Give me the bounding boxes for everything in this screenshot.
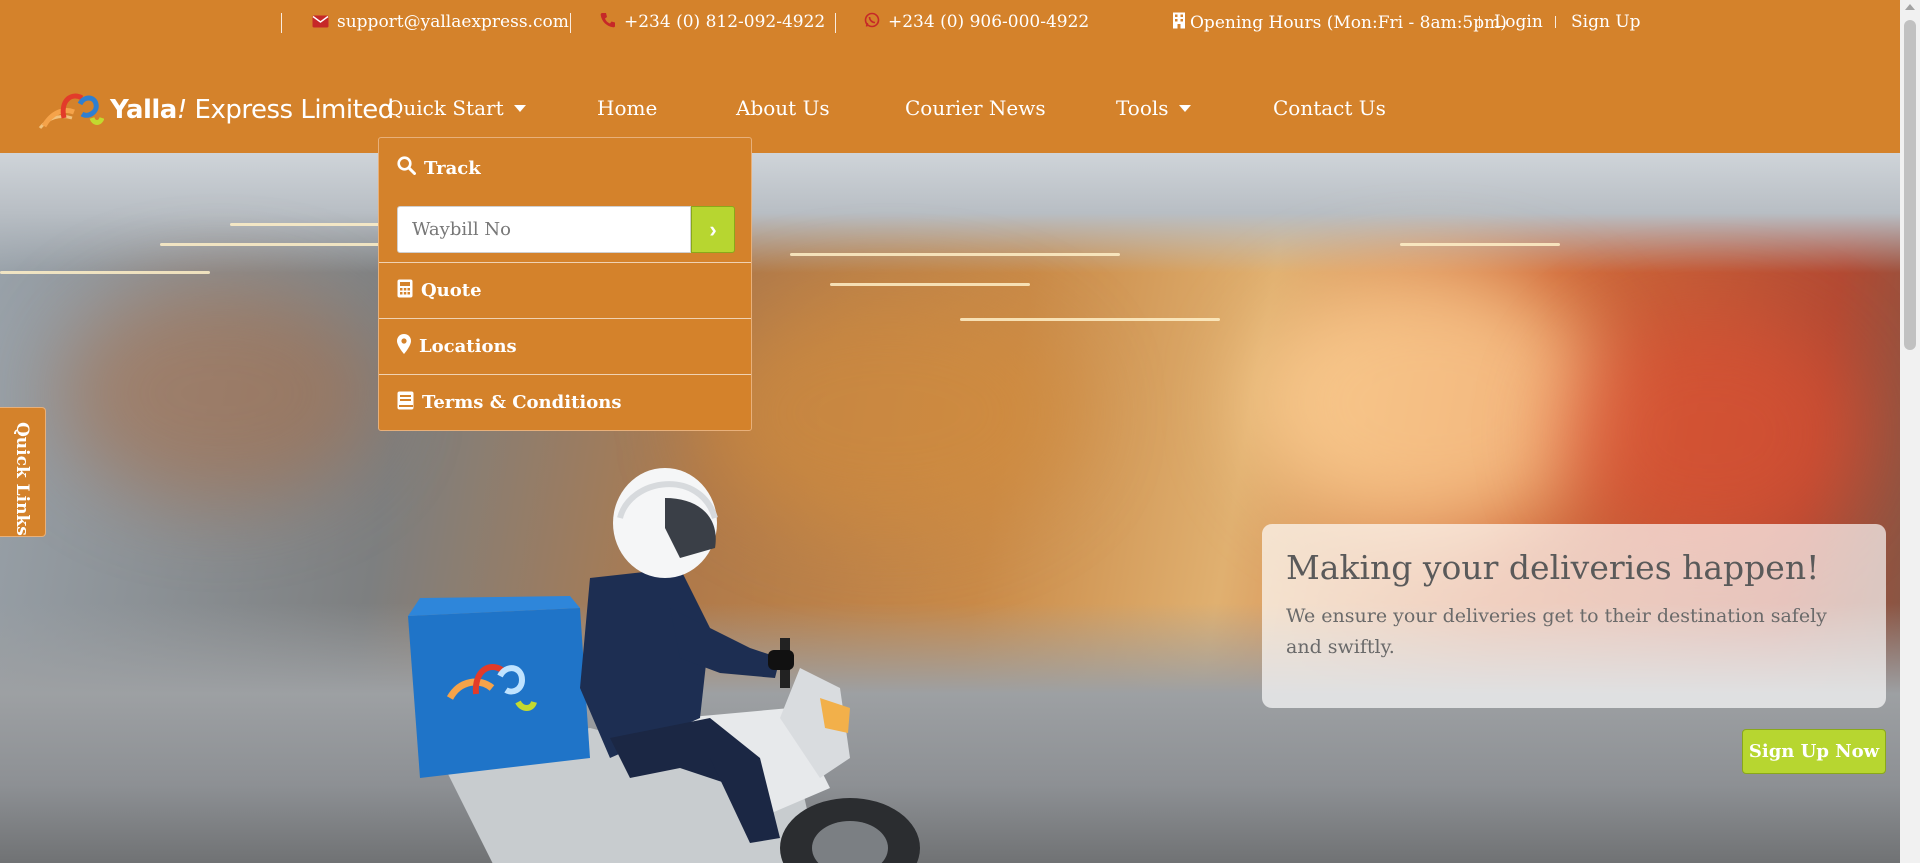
- scroll-up-icon[interactable]: [1905, 4, 1915, 10]
- brand-name: Yalla! Express Limited: [110, 95, 394, 125]
- dropdown-track-section: Track ›: [379, 138, 751, 262]
- nav-tools-label: Tools: [1116, 96, 1169, 120]
- contact-email[interactable]: support@yallaexpress.com: [312, 12, 569, 32]
- main-navbar: Yalla! Express Limited Quick Start Home …: [0, 44, 1900, 153]
- hero-banner: [0, 153, 1900, 863]
- brand-name-bold: Yalla: [110, 95, 177, 125]
- locations-label: Locations: [419, 336, 517, 357]
- caret-down-icon: [513, 104, 526, 112]
- terms-label: Terms & Conditions: [422, 392, 622, 413]
- whatsapp-text: +234 (0) 906-000-4922: [888, 12, 1090, 32]
- hero-bg-streak: [830, 283, 1030, 286]
- hero-bg-streak: [790, 253, 1120, 256]
- opening-hours: Opening Hours (Mon:Fri - 8am:5pm): [1172, 12, 1507, 34]
- caret-down-icon: [1178, 104, 1191, 112]
- waybill-search-group: ›: [397, 206, 735, 253]
- calculator-icon: [397, 279, 413, 303]
- hero-bg-glow: [1250, 273, 1610, 533]
- track-heading[interactable]: Track: [397, 156, 481, 180]
- dropdown-item-quote[interactable]: Quote: [379, 262, 751, 318]
- contact-phone[interactable]: +234 (0) 812-092-4922: [600, 12, 825, 32]
- divider: [281, 13, 282, 33]
- hero-bg-streak: [960, 318, 1220, 321]
- hero-caption-box: Making your deliveries happen! We ensure…: [1262, 524, 1886, 708]
- scrollbar-thumb[interactable]: [1904, 20, 1916, 350]
- track-label: Track: [424, 157, 481, 179]
- brand-name-bang: !: [176, 95, 187, 125]
- brand-logo-link[interactable]: Yalla! Express Limited: [38, 88, 394, 132]
- quick-start-dropdown: Track › Quote Locations Terms & Conditio…: [378, 137, 752, 431]
- waybill-input[interactable]: [397, 206, 691, 253]
- hero-bg-glow: [60, 283, 380, 503]
- brand-logo-icon: [38, 88, 105, 132]
- nav-quick-start[interactable]: Quick Start: [387, 96, 526, 120]
- hero-bg-streak: [0, 271, 210, 274]
- envelope-icon: [312, 13, 329, 32]
- email-text: support@yallaexpress.com: [337, 12, 569, 32]
- signup-link[interactable]: Sign Up: [1571, 12, 1641, 32]
- nav-courier-news[interactable]: Courier News: [905, 96, 1046, 120]
- contact-whatsapp[interactable]: +234 (0) 906-000-4922: [864, 12, 1089, 32]
- nav-about[interactable]: About Us: [736, 96, 830, 120]
- brand-name-rest: Express Limited: [186, 95, 395, 125]
- map-marker-icon: [397, 334, 411, 359]
- divider: [1479, 16, 1480, 28]
- delivery-rider-image: [408, 468, 920, 863]
- nav-quick-start-label: Quick Start: [387, 96, 504, 120]
- hero-bg-glow: [1560, 313, 1860, 553]
- quote-label: Quote: [421, 280, 482, 301]
- divider: [835, 13, 836, 33]
- nav-home[interactable]: Home: [597, 96, 657, 120]
- hours-text: Opening Hours (Mon:Fri - 8am:5pm): [1190, 13, 1507, 33]
- search-icon: [397, 156, 416, 180]
- phone-text: +234 (0) 812-092-4922: [624, 12, 826, 32]
- building-icon: [1172, 12, 1186, 34]
- chevron-right-icon: ›: [709, 216, 717, 242]
- nav-tools[interactable]: Tools: [1116, 96, 1191, 120]
- whatsapp-icon: [864, 12, 880, 32]
- phone-icon: [600, 12, 616, 32]
- quick-links-label: Quick Links: [12, 422, 32, 536]
- divider: [570, 13, 571, 33]
- login-link[interactable]: Login: [1494, 12, 1543, 32]
- nav-contact[interactable]: Contact Us: [1273, 96, 1386, 120]
- hero-bg-streak: [1400, 243, 1560, 246]
- dropdown-item-terms[interactable]: Terms & Conditions: [379, 374, 751, 430]
- page-scrollbar[interactable]: [1900, 0, 1920, 863]
- hero-bg-streak: [160, 243, 380, 246]
- hero-heading: Making your deliveries happen!: [1286, 548, 1820, 587]
- book-icon: [397, 391, 414, 415]
- hero-text: We ensure your deliveries get to their d…: [1286, 605, 1827, 658]
- top-bar: support@yallaexpress.com +234 (0) 812-09…: [0, 0, 1900, 44]
- waybill-submit-button[interactable]: ›: [691, 206, 735, 253]
- sign-up-now-button[interactable]: Sign Up Now: [1742, 729, 1886, 774]
- divider: [1555, 16, 1556, 28]
- quick-links-tab[interactable]: Quick Links: [0, 407, 46, 537]
- dropdown-item-locations[interactable]: Locations: [379, 318, 751, 374]
